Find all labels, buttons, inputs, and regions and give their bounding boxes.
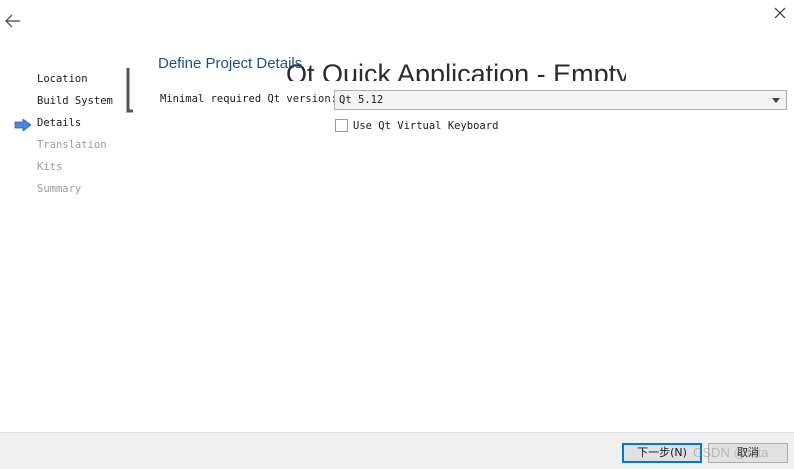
step-label: Location (37, 73, 88, 85)
virtual-keyboard-checkbox[interactable] (335, 119, 348, 132)
close-icon[interactable] (771, 4, 789, 22)
step-summary: Summary (0, 178, 130, 200)
next-button[interactable]: 下一步(N) (622, 443, 702, 463)
step-label: Summary (37, 183, 82, 195)
page-title: Define Project Details (158, 55, 303, 72)
virtual-keyboard-label[interactable]: Use Qt Virtual Keyboard (353, 119, 498, 133)
ghost-wizard-title: Qt Quick Application - Empty (286, 63, 626, 81)
cancel-button[interactable]: 取消 (708, 443, 788, 463)
wizard-footer: 下一步(N) 取消 (0, 432, 794, 469)
step-label: Build System (37, 95, 113, 107)
step-translation: Translation (0, 134, 130, 156)
qt-version-value: Qt 5.12 (339, 94, 384, 106)
qt-version-select[interactable]: Qt 5.12 (334, 90, 787, 110)
step-label: Kits (37, 161, 63, 173)
steps-scrollbar[interactable] (126, 68, 134, 114)
step-label: Details (37, 117, 82, 129)
wizard-steps: Location Build System Details Translatio… (0, 68, 130, 200)
step-location: Location (0, 68, 130, 90)
step-build-system: Build System (0, 90, 130, 112)
step-kits: Kits (0, 156, 130, 178)
back-arrow-icon[interactable] (3, 11, 23, 31)
arrow-right-icon (14, 117, 32, 132)
qt-version-label: Minimal required Qt version: (160, 93, 338, 105)
step-label: Translation (37, 139, 107, 151)
step-details: Details (0, 112, 130, 134)
chevron-down-icon (772, 98, 780, 103)
